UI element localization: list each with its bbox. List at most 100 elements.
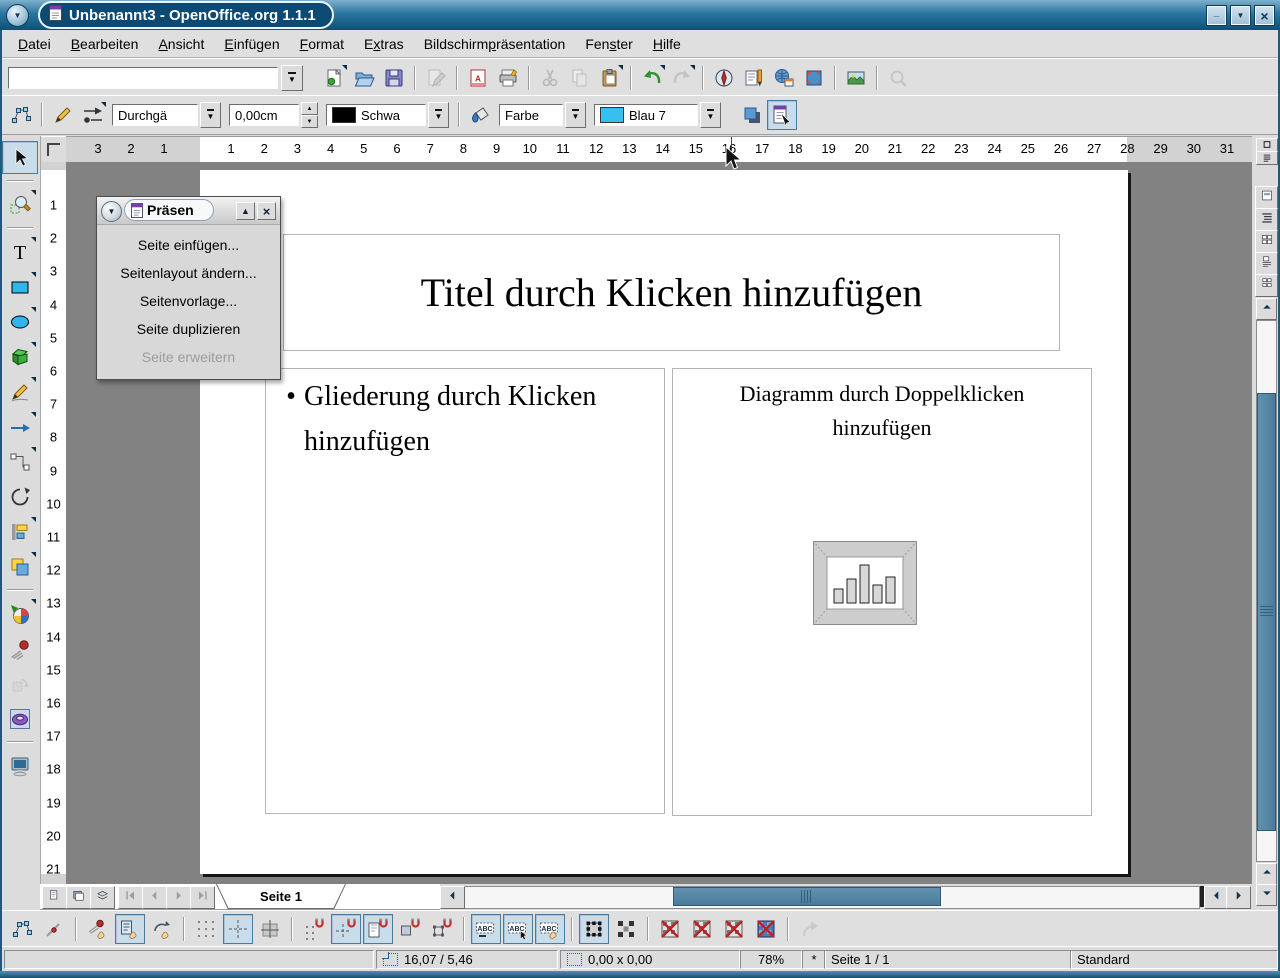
curve-tool[interactable]	[2, 375, 38, 408]
line-width-value[interactable]: 0,00cm	[229, 104, 299, 126]
text-placeholder-button[interactable]: a	[719, 914, 749, 944]
text-tool[interactable]: T	[2, 235, 38, 268]
palette-item-4[interactable]: Seite duplizieren	[97, 315, 280, 343]
3d-object-tool[interactable]	[2, 340, 38, 373]
slide-page[interactable]: Titel durch Klicken hinzufügen •Gliederu…	[200, 170, 1128, 874]
palette-item-3[interactable]: Seitenvorlage...	[97, 287, 280, 315]
line-width-down-button[interactable]	[301, 115, 318, 128]
gallery-button[interactable]	[841, 63, 871, 93]
fill-color-field[interactable]: Blau 7	[594, 104, 698, 126]
status-page-field[interactable]: Seite 1 / 1	[824, 950, 1072, 969]
status-position-field[interactable]: 16,07 / 5,46	[376, 950, 558, 969]
select-tool[interactable]	[2, 141, 38, 174]
scroll-right-button[interactable]	[1226, 886, 1251, 909]
snap-to-grid-button[interactable]	[299, 914, 329, 944]
show-guides-button[interactable]	[223, 914, 253, 944]
scroll-up-button-bottom[interactable]	[1256, 863, 1277, 885]
snap-to-guides-button[interactable]	[331, 914, 361, 944]
scroll-up-button[interactable]	[1256, 298, 1277, 320]
status-zoom-field[interactable]: 78%	[740, 950, 802, 969]
menu-datei[interactable]: Datei	[8, 33, 61, 55]
simple-handles-button[interactable]	[579, 914, 609, 944]
connector-tool[interactable]	[2, 445, 38, 478]
background-placeholder-button[interactable]	[751, 914, 781, 944]
horizontal-ruler[interactable]: 3211234567891011121314151617181920212223…	[66, 136, 1252, 163]
edit-points-button[interactable]	[6, 100, 36, 130]
ellipse-tool[interactable]	[2, 305, 38, 338]
animation-effects-tool[interactable]	[2, 632, 38, 665]
menu-fenster[interactable]: Fenster	[575, 33, 642, 55]
status-page-style-field[interactable]: Standard	[1070, 950, 1278, 969]
snap-to-margins-button[interactable]	[363, 914, 393, 944]
3d-controller-tool[interactable]	[2, 702, 38, 735]
fill-can-button[interactable]	[465, 100, 495, 130]
guides-to-front-button[interactable]	[255, 914, 285, 944]
outline-placeholder[interactable]: •Gliederung durch Klicken hinzufügen	[265, 368, 665, 814]
stylist-button[interactable]	[739, 63, 769, 93]
menu-bildschirmprsentation[interactable]: Bildschirmpräsentation	[414, 33, 576, 55]
rotation-mode-button[interactable]	[39, 914, 69, 944]
presentation-box-tool[interactable]	[2, 749, 38, 782]
line-color-field[interactable]: Schwa	[326, 104, 426, 126]
diagram-placeholder[interactable]: Diagramm durch Doppelklicken hinzufügen	[672, 368, 1092, 816]
undo-button[interactable]	[637, 63, 667, 93]
horizontal-scrollbar-track[interactable]	[464, 886, 1200, 909]
vertical-scrollbar-track[interactable]	[1256, 320, 1277, 862]
contour-placeholder-button[interactable]	[687, 914, 717, 944]
menu-extras[interactable]: Extras	[354, 33, 414, 55]
palette-item-2[interactable]: Seitenlayout ändern...	[97, 259, 280, 287]
arrange-tool[interactable]	[2, 550, 38, 583]
select-text-area-button[interactable]: ABC	[503, 914, 533, 944]
allow-properties-button[interactable]	[115, 914, 145, 944]
snap-to-object-border-button[interactable]	[395, 914, 425, 944]
palette-item-1[interactable]: Seite einfügen...	[97, 231, 280, 259]
scroll-down-button[interactable]	[1256, 884, 1277, 906]
double-click-text-edit-button[interactable]: ABC	[535, 914, 565, 944]
outline-view-button[interactable]	[1255, 208, 1278, 231]
menu-ansicht[interactable]: Ansicht	[148, 33, 214, 55]
picture-placeholder-button[interactable]	[655, 914, 685, 944]
chart-placeholder-icon[interactable]	[813, 541, 917, 625]
menu-format[interactable]: Format	[290, 33, 354, 55]
insert-tool[interactable]	[2, 597, 38, 630]
palette-menu-button[interactable]	[101, 201, 122, 222]
status-size-field[interactable]: 0,00 x 0,00	[560, 950, 740, 969]
drawing-view-button[interactable]	[1255, 186, 1278, 209]
minimize-button[interactable]	[1206, 5, 1227, 26]
url-input[interactable]	[8, 67, 278, 89]
presentation-box-toggle[interactable]	[767, 100, 797, 130]
window-menu-button[interactable]	[6, 4, 29, 27]
snap-to-object-points-button[interactable]	[427, 914, 457, 944]
line-width-up-button[interactable]	[301, 102, 318, 115]
close-button[interactable]	[1254, 5, 1275, 26]
allow-effects-button[interactable]	[83, 914, 113, 944]
palette-rollup-button[interactable]	[236, 202, 255, 220]
zoom-button[interactable]	[799, 63, 829, 93]
rectangle-tool[interactable]	[2, 270, 38, 303]
scroll-left-button[interactable]	[440, 886, 465, 909]
layer-view-button[interactable]	[90, 886, 115, 909]
print-button[interactable]	[493, 63, 523, 93]
vertical-ruler[interactable]: 123456789101112131415161718192021	[40, 162, 67, 884]
palette-close-button[interactable]	[257, 202, 276, 220]
line-style-value[interactable]: Durchgä	[112, 104, 198, 126]
menu-bearbeiten[interactable]: Bearbeiten	[61, 33, 149, 55]
show-grid-button[interactable]	[191, 914, 221, 944]
page-view-button[interactable]	[42, 886, 67, 909]
menu-einfgen[interactable]: Einfügen	[214, 33, 289, 55]
horizontal-scrollbar-thumb[interactable]	[673, 887, 941, 906]
vertical-scrollbar-thumb[interactable]	[1257, 393, 1276, 831]
lines-arrows-tool[interactable]	[2, 410, 38, 443]
handout-view-button[interactable]	[1255, 274, 1278, 297]
background-view-button[interactable]	[66, 886, 91, 909]
arrow-ends-button[interactable]	[78, 100, 108, 130]
notes-view-button[interactable]	[1255, 252, 1278, 275]
fill-color-dropdown-button[interactable]	[700, 102, 721, 128]
line-pen-button[interactable]	[48, 100, 78, 130]
shadow-button[interactable]	[737, 100, 767, 130]
new-document-button[interactable]	[319, 63, 349, 93]
quick-text-edit-button[interactable]: ABC	[471, 914, 501, 944]
edit-points-mode-button[interactable]	[7, 914, 37, 944]
menu-hilfe[interactable]: Hilfe	[643, 33, 691, 55]
title-placeholder[interactable]: Titel durch Klicken hinzufügen	[283, 234, 1060, 351]
